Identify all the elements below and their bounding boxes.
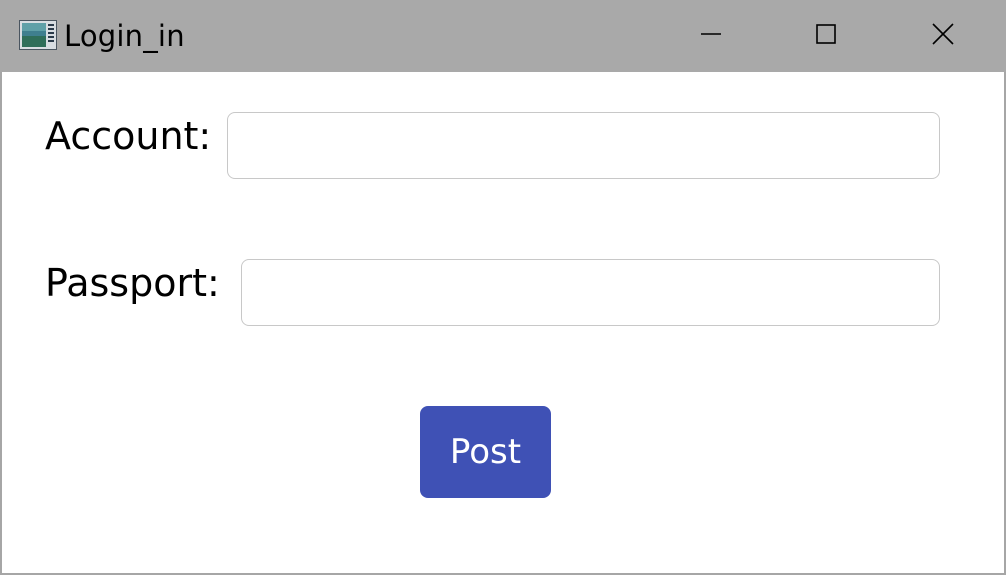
window-title: Login_in	[64, 19, 185, 53]
close-icon	[931, 22, 955, 50]
account-label: Account:	[45, 114, 212, 158]
post-button[interactable]: Post	[420, 406, 551, 498]
maximize-button[interactable]	[769, 0, 883, 72]
passport-label: Passport:	[45, 261, 220, 305]
minimize-button[interactable]	[654, 0, 768, 72]
passport-input[interactable]	[241, 259, 940, 326]
account-input[interactable]	[227, 112, 940, 179]
application-window-icon	[19, 20, 57, 50]
minimize-icon	[700, 23, 722, 49]
maximize-icon	[815, 23, 837, 49]
title-bar[interactable]: Login_in	[0, 0, 1006, 72]
login-window: Login_in Account: Passport: Post	[0, 0, 1006, 575]
close-button[interactable]	[886, 0, 1000, 72]
